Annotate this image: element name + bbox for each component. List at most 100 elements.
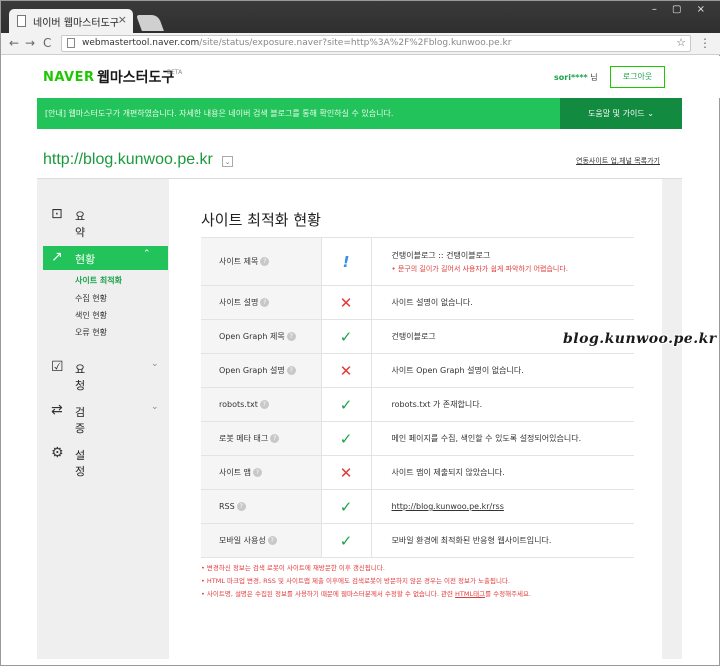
help-icon[interactable]: ? bbox=[270, 434, 280, 443]
help-icon[interactable]: ? bbox=[260, 298, 270, 307]
sidebar-item-label: 검증 bbox=[75, 406, 86, 435]
table-row: 사이트 맵? ✕ 사이트 맵이 제출되지 않았습니다. bbox=[201, 455, 634, 490]
help-icon[interactable]: ? bbox=[252, 468, 262, 477]
trend-icon: ↗ bbox=[51, 249, 63, 265]
row-value: 건탱이블로그 :: 건탱이블로그 • 문구의 길이가 길어서 사용자가 쉽게 파악… bbox=[371, 237, 634, 286]
sidebar-sub-error[interactable]: 오류 현황 bbox=[75, 327, 107, 338]
site-header: NAVER 웹마스터도구 BETA sori**** 님 로그아웃 bbox=[1, 56, 720, 98]
check-icon: ✓ bbox=[321, 319, 372, 354]
row-label: 사이트 맵? bbox=[201, 455, 322, 490]
notice-text[interactable]: [안내] 웹마스터도구가 개편하였습니다. 자세한 내용은 네이버 검색 블로그… bbox=[45, 108, 393, 119]
browser-tab-bar: 네이버 웹마스터도구 × – ▢ × bbox=[1, 1, 720, 33]
swap-icon: ⇄ bbox=[51, 402, 63, 418]
sidebar-sub-index[interactable]: 색인 현황 bbox=[75, 310, 107, 321]
notice-banner: [안내] 웹마스터도구가 개편하였습니다. 자세한 내용은 네이버 검색 블로그… bbox=[37, 98, 682, 129]
sidebar-sub-collection[interactable]: 수집 현황 bbox=[75, 293, 107, 304]
row-value: 모바일 환경에 최적화된 반응형 웹사이트입니다. bbox=[371, 523, 634, 558]
beta-badge: BETA bbox=[167, 69, 183, 76]
close-tab-icon[interactable]: × bbox=[118, 13, 127, 26]
naver-logo[interactable]: NAVER bbox=[43, 70, 95, 85]
sidebar: ⊡ 요약 ↗ 현황 ⌃ 사이트 최적화 수집 현황 색인 현황 오류 현황 ☑ … bbox=[43, 179, 168, 659]
row-value: 사이트 설명이 없습니다. bbox=[371, 285, 634, 320]
warning-icon: ! bbox=[321, 237, 372, 286]
logout-button[interactable]: 로그아웃 bbox=[610, 66, 665, 88]
row-value: 메인 페이지를 수집, 색인할 수 있도록 설정되어있습니다. bbox=[371, 421, 634, 456]
browser-menu-icon[interactable]: ⋮ bbox=[699, 36, 711, 50]
footnotes: • 변경하신 정보는 검색 로봇이 사이트에 재방문한 이후 갱신됩니다. • … bbox=[201, 562, 531, 601]
row-warning: • 문구의 길이가 길어서 사용자가 쉽게 파악하기 어렵습니다. bbox=[391, 264, 569, 273]
fail-icon: ✕ bbox=[321, 353, 372, 388]
product-name[interactable]: 웹마스터도구 bbox=[97, 67, 174, 87]
tab-title: 네이버 웹마스터도구 bbox=[33, 18, 119, 29]
fail-icon: ✕ bbox=[321, 455, 372, 490]
check-icon: ✓ bbox=[321, 387, 372, 422]
back-icon[interactable]: ← bbox=[9, 36, 19, 50]
check-icon: ✓ bbox=[321, 489, 372, 524]
forward-icon[interactable]: → bbox=[25, 36, 35, 50]
chevron-down-icon: ⌄ bbox=[151, 359, 159, 369]
help-icon[interactable]: ? bbox=[259, 400, 269, 409]
watermark: blog.kunwoo.pe.kr bbox=[563, 331, 717, 347]
summary-icon: ⊡ bbox=[51, 206, 63, 222]
fail-icon: ✕ bbox=[321, 285, 372, 320]
sidebar-item-label: 요청 bbox=[75, 363, 86, 392]
site-selector-bar: http://blog.kunwoo.pe.kr ⌄ 연동사이트 업,체널 목록… bbox=[37, 129, 682, 179]
table-row: robots.txt? ✓ robots.txt 가 존재합니다. bbox=[201, 387, 634, 422]
sidebar-item-label: 요약 bbox=[75, 210, 86, 239]
help-icon[interactable]: ? bbox=[260, 257, 270, 266]
row-label: 모바일 사용성? bbox=[201, 523, 322, 558]
rss-link[interactable]: http://blog.kunwoo.pe.kr/rss bbox=[371, 489, 634, 524]
html-tag-link[interactable]: HTML태그 bbox=[455, 590, 485, 598]
site-dropdown-icon[interactable]: ⌄ bbox=[222, 156, 233, 167]
page-icon bbox=[67, 38, 75, 48]
row-label: 사이트 제목? bbox=[201, 237, 322, 286]
table-row: 사이트 설명? ✕ 사이트 설명이 없습니다. bbox=[201, 285, 634, 320]
chevron-down-icon: ⌄ bbox=[151, 402, 159, 412]
sidebar-item-label: 설정 bbox=[75, 449, 86, 478]
help-icon[interactable]: ? bbox=[286, 332, 296, 341]
table-row: 로봇 메타 태그? ✓ 메인 페이지를 수집, 색인할 수 있도록 설정되어있습… bbox=[201, 421, 634, 456]
window-controls[interactable]: – ▢ × bbox=[652, 4, 711, 15]
document-icon bbox=[17, 15, 26, 27]
help-icon[interactable]: ? bbox=[286, 366, 296, 375]
url-input[interactable]: webmastertool.naver.com/site/status/expo… bbox=[61, 35, 691, 52]
help-guide-button[interactable]: 도움말 및 가이드 ⌄ bbox=[560, 98, 682, 129]
clipboard-icon: ☑ bbox=[51, 359, 64, 375]
site-url: http://blog.kunwoo.pe.kr bbox=[43, 151, 213, 168]
footnote: • 사이트명, 설명은 수집된 정보를 사용하기 때문에 웹마스터분께서 수정할… bbox=[201, 590, 532, 598]
url-text: webmastertool.naver.com/site/status/expo… bbox=[82, 38, 512, 48]
site-list-link[interactable]: 연동사이트 업,체널 목록가기 bbox=[576, 156, 660, 166]
sidebar-sub-site-optimization[interactable]: 사이트 최적화 bbox=[75, 275, 122, 286]
footnote: • 변경하신 정보는 검색 로봇이 사이트에 재방문한 이후 갱신됩니다. bbox=[201, 564, 385, 572]
new-tab-button[interactable] bbox=[136, 15, 164, 31]
browser-window: 네이버 웹마스터도구 × – ▢ × ← → C webmastertool.n… bbox=[0, 0, 720, 666]
row-label: Open Graph 설명? bbox=[201, 353, 322, 388]
table-row: RSS? ✓ http://blog.kunwoo.pe.kr/rss bbox=[201, 489, 634, 524]
help-icon[interactable]: ? bbox=[267, 536, 277, 545]
row-label: Open Graph 제목? bbox=[201, 319, 322, 354]
table-row: 사이트 제목? ! 건탱이블로그 :: 건탱이블로그 • 문구의 길이가 길어서 … bbox=[201, 237, 634, 286]
address-toolbar: ← → C webmastertool.naver.com/site/statu… bbox=[1, 33, 720, 55]
bookmark-star-icon[interactable]: ☆ bbox=[676, 36, 686, 49]
reload-icon[interactable]: C bbox=[43, 36, 51, 50]
row-label: RSS? bbox=[201, 489, 322, 524]
browser-tab[interactable]: 네이버 웹마스터도구 × bbox=[9, 9, 133, 33]
chevron-up-icon: ⌃ bbox=[143, 249, 151, 259]
optimization-table: 사이트 제목? ! 건탱이블로그 :: 건탱이블로그 • 문구의 길이가 길어서 … bbox=[201, 237, 634, 558]
user-name: sori**** 님 bbox=[554, 73, 598, 82]
check-icon: ✓ bbox=[321, 421, 372, 456]
check-icon: ✓ bbox=[321, 523, 372, 558]
page-title: 사이트 최적화 현황 bbox=[201, 211, 321, 229]
help-icon[interactable]: ? bbox=[236, 502, 246, 511]
row-value: 사이트 맵이 제출되지 않았습니다. bbox=[371, 455, 634, 490]
sidebar-item-label: 현황 bbox=[75, 253, 96, 266]
footnote: • HTML 마크업 변경, RSS 및 사이트맵 제출 이후에도 검색로봇이 … bbox=[201, 577, 511, 585]
row-label: 사이트 설명? bbox=[201, 285, 322, 320]
table-row: 모바일 사용성? ✓ 모바일 환경에 최적화된 반응형 웹사이트입니다. bbox=[201, 523, 634, 558]
row-value: 사이트 Open Graph 설명이 없습니다. bbox=[371, 353, 634, 388]
sidebar-item-status[interactable]: ↗ 현황 ⌃ bbox=[43, 246, 168, 270]
table-row: Open Graph 설명? ✕ 사이트 Open Graph 설명이 없습니다… bbox=[201, 353, 634, 388]
row-value: robots.txt 가 존재합니다. bbox=[371, 387, 634, 422]
row-label: 로봇 메타 태그? bbox=[201, 421, 322, 456]
row-label: robots.txt? bbox=[201, 387, 322, 422]
